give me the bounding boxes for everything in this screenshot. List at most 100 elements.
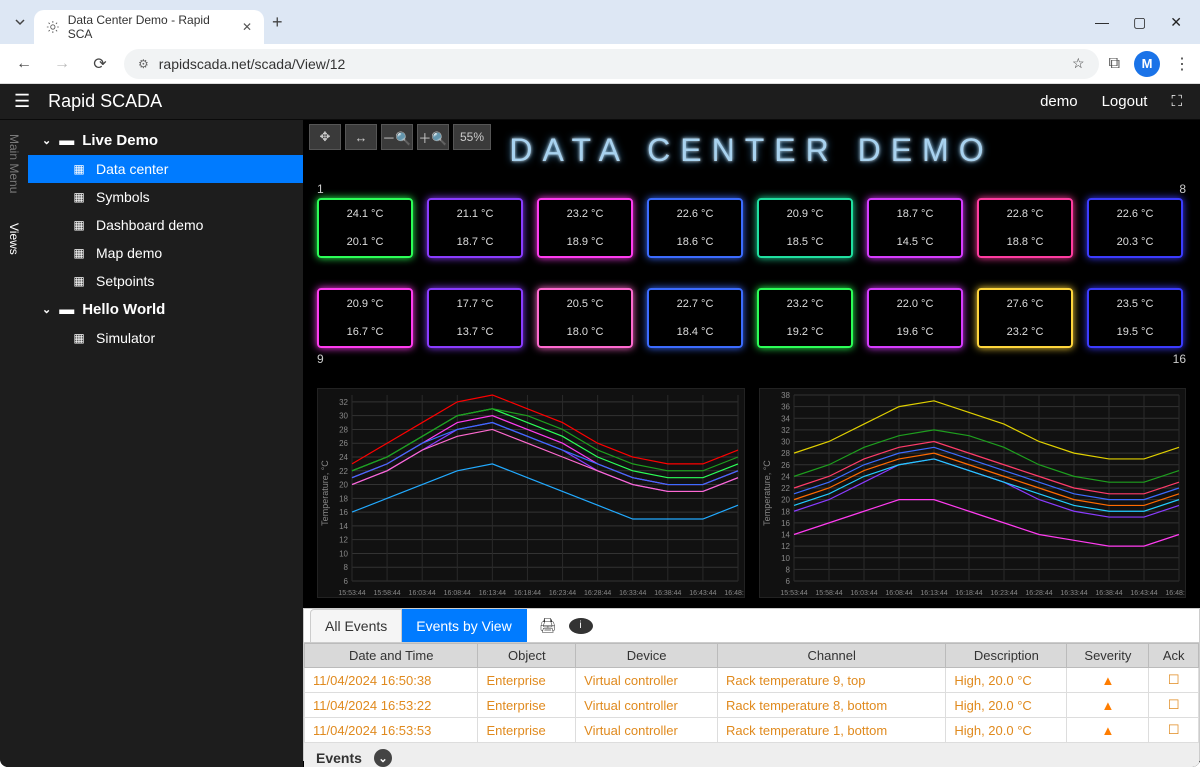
events-cell-datetime: 11/04/2024 16:53:22 (305, 693, 478, 718)
svg-text:36: 36 (781, 403, 790, 412)
rack-tile[interactable]: 23.5 °C19.5 °C (1087, 288, 1183, 348)
events-cell-channel: Rack temperature 1, bottom (718, 718, 946, 743)
profile-avatar[interactable]: M (1134, 51, 1160, 77)
events-col-header[interactable]: Device (576, 644, 718, 668)
events-cell-ack[interactable]: ☐ (1149, 668, 1199, 693)
rack-tile[interactable]: 20.9 °C18.5 °C (757, 198, 853, 258)
tree-item[interactable]: ▦Map demo (28, 239, 303, 267)
events-tab-view[interactable]: Events by View (402, 609, 526, 642)
rack-temp-top: 22.7 °C (677, 298, 714, 310)
rack-temp-top: 22.0 °C (897, 298, 934, 310)
reload-button[interactable]: ⟳ (86, 50, 114, 78)
maximize-icon[interactable]: ▢ (1133, 14, 1146, 31)
tree-item-label: Map demo (96, 245, 162, 261)
site-info-icon[interactable]: ⚙ (138, 57, 149, 71)
events-col-header[interactable]: Channel (718, 644, 946, 668)
url-text: rapidscada.net/scada/View/12 (159, 56, 346, 72)
chevron-down-icon: ⌄ (42, 134, 51, 147)
close-tab-icon[interactable]: ✕ (242, 20, 252, 34)
events-row[interactable]: 11/04/2024 16:50:38EnterpriseVirtual con… (305, 668, 1199, 693)
events-col-header[interactable]: Ack (1149, 644, 1199, 668)
rack-tile[interactable]: 21.1 °C18.7 °C (427, 198, 523, 258)
zoom-level[interactable]: 55% (453, 124, 491, 150)
tree-item[interactable]: ▦Dashboard demo (28, 211, 303, 239)
rack-temp-bottom: 20.3 °C (1117, 236, 1154, 248)
rack-tile[interactable]: 22.6 °C20.3 °C (1087, 198, 1183, 258)
svg-text:15:58:44: 15:58:44 (373, 590, 400, 597)
rack-tile[interactable]: 23.2 °C19.2 °C (757, 288, 853, 348)
rack-tile[interactable]: 23.2 °C18.9 °C (537, 198, 633, 258)
chevron-down-icon[interactable]: ⌄ (374, 749, 392, 767)
temperature-chart[interactable]: Temperature, °C6810121416182022242628303… (759, 388, 1186, 598)
rack-tile[interactable]: 18.7 °C14.5 °C (867, 198, 963, 258)
events-info-icon[interactable]: i (569, 618, 593, 634)
extensions-icon[interactable]: ⧉ (1109, 55, 1120, 73)
hamburger-icon[interactable]: ☰ (8, 87, 36, 116)
side-tab-main-menu[interactable]: Main Menu (7, 126, 21, 201)
rack-tile[interactable]: 24.1 °C20.1 °C (317, 198, 413, 258)
bookmark-icon[interactable]: ☆ (1072, 55, 1085, 72)
rack-temp-top: 27.6 °C (1007, 298, 1044, 310)
side-tab-strip: Main Menu Views (0, 120, 28, 767)
rack-tile[interactable]: 22.0 °C19.6 °C (867, 288, 963, 348)
events-print-icon[interactable]: 🖨 (527, 617, 569, 634)
minimize-icon[interactable]: — (1095, 14, 1109, 30)
tree-item[interactable]: ▦Setpoints (28, 267, 303, 295)
svg-text:16:33:44: 16:33:44 (1060, 590, 1087, 597)
zoom-in-button[interactable]: ＋🔍 (417, 124, 449, 150)
fit-width-button[interactable]: ↔ (345, 124, 377, 150)
temperature-chart[interactable]: Temperature, °C6810121416182022242628303… (317, 388, 745, 598)
tree-item[interactable]: ▦Simulator (28, 324, 303, 352)
rack-tile[interactable]: 17.7 °C13.7 °C (427, 288, 523, 348)
move-tool-button[interactable]: ✥ (309, 124, 341, 150)
tree-item[interactable]: ▦Symbols (28, 183, 303, 211)
events-cell-ack[interactable]: ☐ (1149, 693, 1199, 718)
svg-text:16:48:44: 16:48:44 (724, 590, 744, 597)
tree-group[interactable]: ⌄▬Live Demo (28, 126, 303, 155)
rack-tile[interactable]: 22.8 °C18.8 °C (977, 198, 1073, 258)
svg-text:24: 24 (339, 453, 348, 462)
zoom-out-button[interactable]: －🔍 (381, 124, 413, 150)
browser-tab[interactable]: Data Center Demo - Rapid SCA ✕ (34, 10, 264, 44)
forward-button[interactable]: → (48, 50, 76, 78)
rack-tile[interactable]: 20.5 °C18.0 °C (537, 288, 633, 348)
svg-text:32: 32 (339, 398, 348, 407)
events-tab-all[interactable]: All Events (310, 609, 402, 642)
app-title: Rapid SCADA (48, 91, 162, 112)
svg-text:10: 10 (781, 554, 790, 563)
events-col-header[interactable]: Description (946, 644, 1067, 668)
address-bar[interactable]: ⚙ rapidscada.net/scada/View/12 ☆ (124, 49, 1099, 79)
events-row[interactable]: 11/04/2024 16:53:22EnterpriseVirtual con… (305, 693, 1199, 718)
rack-number-label: 1 (317, 182, 324, 196)
side-tab-views[interactable]: Views (7, 215, 21, 263)
rack-tile[interactable]: 20.9 °C16.7 °C (317, 288, 413, 348)
events-col-header[interactable]: Object (478, 644, 576, 668)
close-window-icon[interactable]: ✕ (1170, 14, 1182, 31)
fullscreen-icon[interactable]: ⛶ (1171, 93, 1182, 110)
browser-tab-strip: Data Center Demo - Rapid SCA ✕ + — ▢ ✕ (0, 0, 1200, 44)
tree-group-label: Hello World (82, 301, 165, 318)
new-tab-button[interactable]: + (272, 12, 283, 33)
warning-icon: ▲ (1101, 698, 1114, 713)
tree-item[interactable]: ▦Data center (28, 155, 303, 183)
events-col-header[interactable]: Date and Time (305, 644, 478, 668)
item-icon: ▦ (72, 218, 86, 232)
svg-text:16:08:44: 16:08:44 (444, 590, 471, 597)
rack-temp-top: 20.9 °C (347, 298, 384, 310)
header-link-demo[interactable]: demo (1040, 93, 1078, 110)
events-cell-ack[interactable]: ☐ (1149, 718, 1199, 743)
svg-text:16:18:44: 16:18:44 (514, 590, 541, 597)
rack-tile[interactable]: 27.6 °C23.2 °C (977, 288, 1073, 348)
events-row[interactable]: 11/04/2024 16:53:53EnterpriseVirtual con… (305, 718, 1199, 743)
events-col-header[interactable]: Severity (1067, 644, 1149, 668)
browser-menu-icon[interactable]: ⋮ (1174, 54, 1190, 74)
events-footer[interactable]: Events ⌄ (304, 743, 1199, 767)
tab-dropdown[interactable] (6, 16, 34, 28)
back-button[interactable]: ← (10, 50, 38, 78)
events-cell-channel: Rack temperature 9, top (718, 668, 946, 693)
tree-group[interactable]: ⌄▬Hello World (28, 295, 303, 324)
rack-tile[interactable]: 22.7 °C18.4 °C (647, 288, 743, 348)
header-link-logout[interactable]: Logout (1102, 93, 1148, 110)
events-cell-object: Enterprise (478, 718, 576, 743)
rack-tile[interactable]: 22.6 °C18.6 °C (647, 198, 743, 258)
